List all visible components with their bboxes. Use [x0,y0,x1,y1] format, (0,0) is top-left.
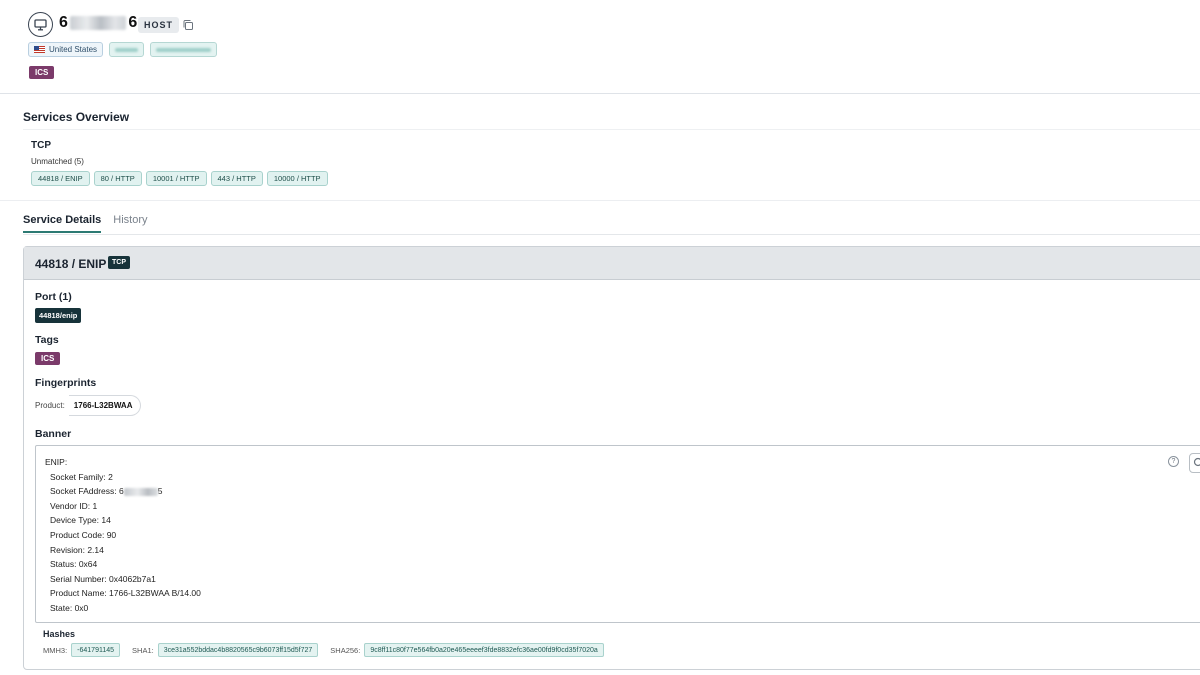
host-header: 6 6 HOST United States ICS [0,0,1200,94]
host-ip-prefix: 6 [59,14,69,31]
us-flag-icon [34,46,45,53]
banner-line: ENIP: [45,457,68,467]
host-type-badge: HOST [138,17,180,33]
country-label: United States [49,45,98,54]
banner-line: Status: 0x64 [50,559,98,570]
host-ip-suffix: 6 [128,14,138,31]
service-chip-443[interactable]: 443 / HTTP [210,171,263,186]
banner-line: Product Name: 1766-L32BWAA B/14.00 [50,588,201,599]
help-icon[interactable]: ? [1168,456,1179,467]
banner-line: Device Type: 14 [50,515,111,526]
divider [23,129,1200,130]
port-badge[interactable]: 44818/enip [35,308,82,323]
hash-label-sha256: SHA256: [330,645,361,655]
banner-search-button[interactable] [1189,453,1200,473]
redacted-ip-segment [123,487,158,496]
banner-box: ENIP: Socket Family: 2 Socket FAddress: … [35,445,1200,623]
banner-text: ENIP: Socket Family: 2 Socket FAddress: … [45,455,201,616]
banner-line: Vendor ID: 1 [50,500,98,511]
host-ip-title: 6 6 [59,14,138,32]
monitor-icon [28,12,53,37]
copy-icon[interactable] [182,19,194,31]
banner-line-socket-faddress: Socket FAddress: 6 5 [45,484,201,499]
tags-section-title: Tags [35,334,59,346]
redacted-text [115,47,139,52]
services-overview: Services Overview TCP Unmatched (5) 4481… [0,95,1200,201]
fingerprint-label: Product: [35,401,65,410]
fingerprint-value[interactable]: 1766-L32BWAA [68,395,142,416]
banner-line: Product Code: 90 [50,529,117,540]
unmatched-group-label: Unmatched (5) [31,157,84,166]
tabs-divider [23,234,1200,235]
banner-line: Revision: 2.14 [50,544,104,555]
hash-label-mmh3: MMH3: [43,645,68,655]
service-card-header: 44818 / ENIP TCP [24,247,1200,280]
tab-history[interactable]: History [113,214,147,233]
hash-row: MMH3: -641791145 SHA1: 3ce31a552bddac4b8… [43,643,612,657]
service-chip-10001[interactable]: 10001 / HTTP [145,171,207,186]
redacted-chip-network[interactable] [150,42,218,57]
protocol-label: TCP [31,140,51,151]
fingerprint-row: Product: 1766-L32BWAA [35,395,142,416]
search-icon [1193,457,1200,467]
hash-value-sha256[interactable]: 9c8ff11c80f77e564fb0a20e465eeeef3fde8832… [364,643,604,657]
port-section-title: Port (1) [35,291,72,303]
service-chip-80[interactable]: 80 / HTTP [93,171,142,186]
service-ics-tag[interactable]: ICS [35,352,61,365]
hashes-section-title: Hashes [43,629,76,639]
redacted-ip-segment [70,16,127,30]
banner-line-suffix: 5 [157,486,163,497]
banner-line: State: 0x0 [50,602,89,613]
hash-label-sha1: SHA1: [132,645,154,655]
service-title: 44818 / ENIP [35,257,107,271]
banner-line: Socket Family: 2 [50,471,113,482]
redacted-chip-asn[interactable] [109,42,145,57]
redacted-text [156,47,212,52]
banner-line: Serial Number: 0x4062b7a1 [50,573,156,584]
service-card: 44818 / ENIP TCP Port (1) 44818/enip Tag… [23,246,1200,670]
host-location-chips: United States [28,42,218,57]
tab-service-details[interactable]: Service Details [23,214,102,233]
service-chip-44818[interactable]: 44818 / ENIP [31,171,90,186]
country-chip[interactable]: United States [28,42,104,57]
transport-badge: TCP [108,256,130,269]
services-overview-title: Services Overview [23,110,130,124]
fingerprints-section-title: Fingerprints [35,377,97,389]
banner-line-prefix: Socket FAddress: 6 [50,486,124,497]
banner-section-title: Banner [35,428,72,440]
service-chip-10000[interactable]: 10000 / HTTP [266,171,328,186]
hash-value-mmh3[interactable]: -641791145 [71,643,121,657]
hash-value-sha1[interactable]: 3ce31a552bddac4b8820565c9b6073ff15d5f727 [157,643,319,657]
host-ics-tag[interactable]: ICS [29,66,55,79]
detail-tabs: Service Details History [23,214,148,233]
service-chip-list: 44818 / ENIP 80 / HTTP 10001 / HTTP 443 … [31,171,328,186]
